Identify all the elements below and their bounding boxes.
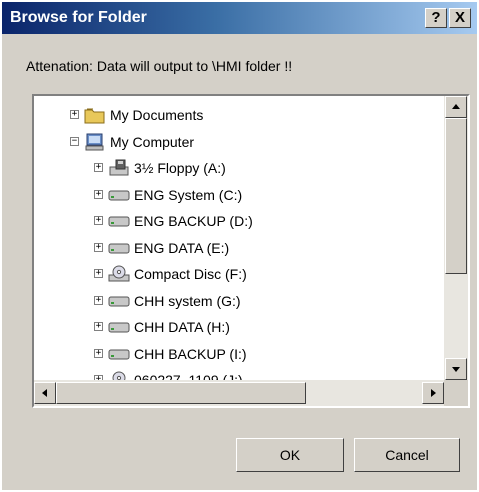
cd-drive-icon bbox=[108, 265, 130, 283]
hard-drive-icon bbox=[108, 292, 130, 310]
tree-item-label: ENG BACKUP (D:) bbox=[134, 213, 253, 229]
close-button[interactable]: X bbox=[449, 8, 471, 28]
folder-icon bbox=[84, 106, 106, 124]
floppy-drive-icon bbox=[108, 159, 130, 177]
tree-item-label: CHH BACKUP (I:) bbox=[134, 345, 247, 362]
scroll-down-button[interactable] bbox=[445, 358, 467, 380]
vertical-scroll-thumb[interactable] bbox=[445, 118, 467, 274]
hard-drive-icon bbox=[108, 212, 130, 230]
browse-for-folder-dialog: Browse for Folder ? X Attenation: Data w… bbox=[2, 2, 477, 490]
expand-toggle[interactable]: + bbox=[94, 216, 103, 225]
hard-drive-icon bbox=[108, 318, 130, 336]
scroll-right-button[interactable] bbox=[422, 382, 444, 404]
tree-item-label: CHH system (G:) bbox=[134, 292, 241, 309]
horizontal-scrollbar[interactable] bbox=[34, 380, 444, 406]
tree-item-label: 3½ Floppy (A:) bbox=[134, 160, 226, 176]
scroll-left-button[interactable] bbox=[34, 382, 56, 404]
tree-item-label: ENG System (C:) bbox=[134, 186, 243, 203]
expand-toggle[interactable]: + bbox=[70, 110, 79, 119]
expand-toggle[interactable]: + bbox=[94, 163, 103, 172]
expand-toggle[interactable]: + bbox=[94, 295, 103, 305]
tree-item-label: Compact Disc (F:) bbox=[134, 266, 247, 282]
arrow-down-icon bbox=[452, 367, 460, 372]
expand-toggle[interactable]: + bbox=[94, 269, 103, 278]
horizontal-scroll-thumb[interactable] bbox=[56, 382, 306, 404]
output-notice: Attenation: Data will output to \HMI fol… bbox=[26, 58, 293, 74]
tree-item-label: My Computer bbox=[110, 133, 195, 150]
hard-drive-icon bbox=[108, 186, 130, 204]
expand-toggle[interactable]: + bbox=[94, 189, 103, 199]
expand-toggle[interactable]: + bbox=[94, 242, 103, 252]
folder-tree[interactable]: + My Documents − My Computer +3½ Floppy (A:)… bbox=[32, 94, 470, 408]
dialog-title: Browse for Folder bbox=[10, 9, 147, 26]
tree-item-label: CHH DATA (H:) bbox=[134, 319, 230, 335]
computer-icon bbox=[84, 133, 106, 151]
expand-toggle[interactable]: + bbox=[94, 348, 103, 358]
expand-toggle[interactable]: + bbox=[94, 322, 103, 331]
hard-drive-icon bbox=[108, 239, 130, 257]
title-bar[interactable]: Browse for Folder ? X bbox=[2, 2, 477, 34]
arrow-right-icon bbox=[431, 389, 436, 397]
tree-item-label: My Documents bbox=[110, 107, 204, 123]
hard-drive-icon bbox=[108, 345, 130, 363]
vertical-scrollbar[interactable] bbox=[444, 96, 468, 380]
tree-item-label: ENG DATA (E:) bbox=[134, 239, 230, 256]
ok-button[interactable]: OK bbox=[236, 438, 344, 472]
collapse-toggle[interactable]: − bbox=[70, 136, 79, 146]
scroll-up-button[interactable] bbox=[445, 96, 467, 118]
scrollbar-corner bbox=[444, 380, 468, 406]
help-button[interactable]: ? bbox=[425, 8, 447, 28]
arrow-left-icon bbox=[42, 389, 47, 397]
cancel-button[interactable]: Cancel bbox=[354, 438, 460, 472]
arrow-up-icon bbox=[452, 104, 460, 109]
